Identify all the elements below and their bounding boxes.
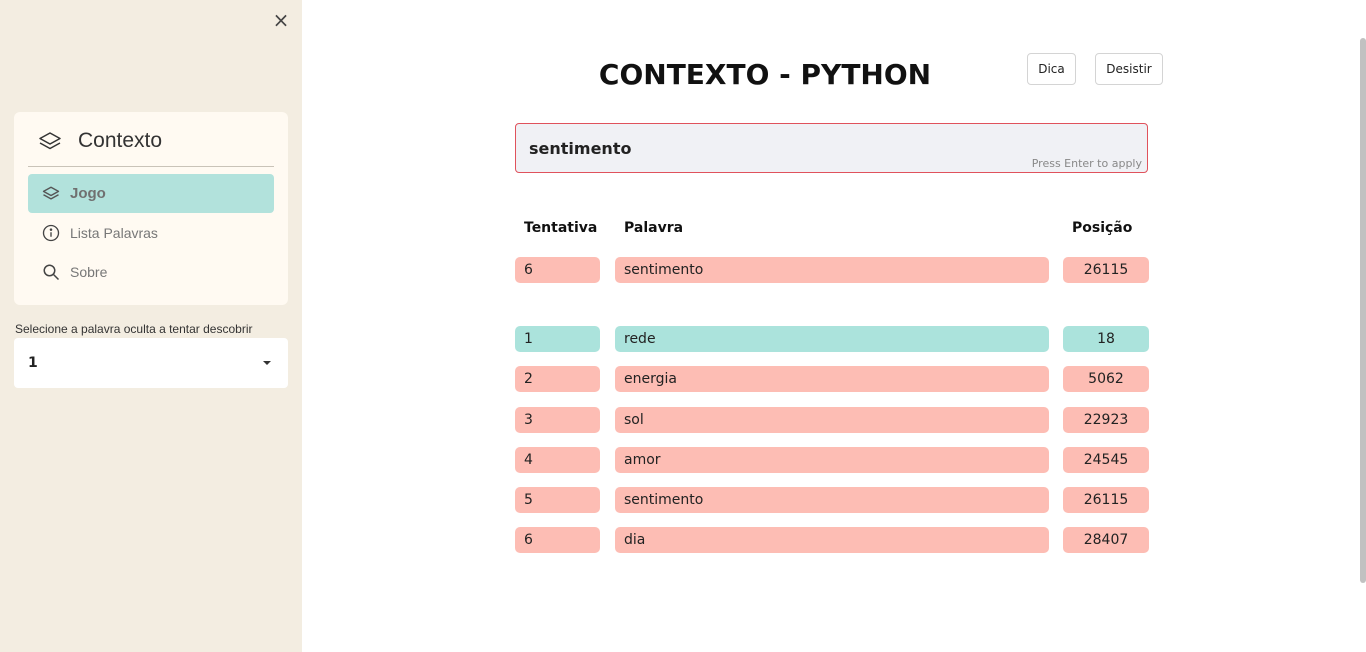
dica-button[interactable]: Dica bbox=[1027, 53, 1076, 85]
guess-field: Press Enter to apply bbox=[515, 123, 1148, 173]
layers-icon bbox=[38, 130, 62, 154]
close-icon: × bbox=[272, 8, 290, 32]
cell-posicao: 24545 bbox=[1063, 447, 1149, 473]
cell-posicao: 28407 bbox=[1063, 527, 1149, 553]
table-row: 2 energia 5062 bbox=[515, 366, 1149, 392]
menu-item-label: Lista Palavras bbox=[70, 224, 158, 241]
cell-posicao: 5062 bbox=[1063, 366, 1149, 392]
header-posicao: Posição bbox=[1072, 220, 1133, 236]
sidebar: × Contexto Jogo Lista Palavras Sobre Sel… bbox=[0, 0, 302, 652]
header-palavra: Palavra bbox=[624, 220, 684, 236]
cell-posicao: 22923 bbox=[1063, 407, 1149, 433]
cell-palavra: dia bbox=[615, 527, 1049, 553]
page-scrollbar[interactable] bbox=[1360, 38, 1366, 583]
cell-palavra: energia bbox=[615, 366, 1049, 392]
menu-item-label: Jogo bbox=[70, 185, 106, 202]
menu-title: Contexto bbox=[78, 129, 163, 152]
desistir-button[interactable]: Desistir bbox=[1095, 53, 1163, 85]
cell-tentativa: 3 bbox=[515, 407, 600, 433]
layers-icon bbox=[42, 185, 60, 203]
cell-palavra: sol bbox=[615, 407, 1049, 433]
chevron-down-icon bbox=[263, 361, 271, 365]
app-window: × Contexto Jogo Lista Palavras Sobre Sel… bbox=[0, 0, 1366, 652]
select-value: 1 bbox=[28, 355, 38, 371]
cell-palavra: sentimento bbox=[615, 487, 1049, 513]
cell-tentativa: 2 bbox=[515, 366, 600, 392]
table-row: 5 sentimento 26115 bbox=[515, 487, 1149, 513]
menu-item-lista-palavras[interactable]: Lista Palavras bbox=[28, 213, 274, 252]
table-row: 4 amor 24545 bbox=[515, 447, 1149, 473]
info-icon bbox=[42, 224, 60, 242]
select-label: Selecione a palavra oculta a tentar desc… bbox=[15, 322, 253, 336]
menu-item-label: Sobre bbox=[70, 263, 108, 280]
menu-item-sobre[interactable]: Sobre bbox=[28, 252, 274, 291]
option-menu: Contexto Jogo Lista Palavras Sobre bbox=[14, 112, 288, 305]
cell-palavra: rede bbox=[615, 326, 1049, 352]
cell-tentativa: 4 bbox=[515, 447, 600, 473]
cell-tentativa: 6 bbox=[515, 527, 600, 553]
page-title: CONTEXTO - PYTHON bbox=[598, 58, 932, 91]
menu-item-jogo[interactable]: Jogo bbox=[28, 174, 274, 213]
menu-header: Contexto bbox=[28, 126, 274, 167]
cell-tentativa: 5 bbox=[515, 487, 600, 513]
cell-palavra: sentimento bbox=[615, 257, 1049, 283]
search-icon bbox=[42, 263, 60, 281]
cell-palavra: amor bbox=[615, 447, 1049, 473]
latest-guess-row: 6 sentimento 26115 bbox=[515, 257, 1149, 283]
cell-tentativa: 6 bbox=[515, 257, 600, 283]
input-hint: Press Enter to apply bbox=[1031, 157, 1142, 170]
guess-input[interactable] bbox=[529, 136, 1029, 160]
cell-posicao: 26115 bbox=[1063, 257, 1149, 283]
hidden-word-select[interactable]: 1 bbox=[14, 338, 288, 388]
table-row: 6 dia 28407 bbox=[515, 527, 1149, 553]
cell-posicao: 18 bbox=[1063, 326, 1149, 352]
table-row: 1 rede 18 bbox=[515, 326, 1149, 352]
cell-posicao: 26115 bbox=[1063, 487, 1149, 513]
table-row: 3 sol 22923 bbox=[515, 407, 1149, 433]
header-tentativa: Tentativa bbox=[524, 220, 598, 236]
close-sidebar-button[interactable]: × bbox=[271, 10, 291, 30]
cell-tentativa: 1 bbox=[515, 326, 600, 352]
